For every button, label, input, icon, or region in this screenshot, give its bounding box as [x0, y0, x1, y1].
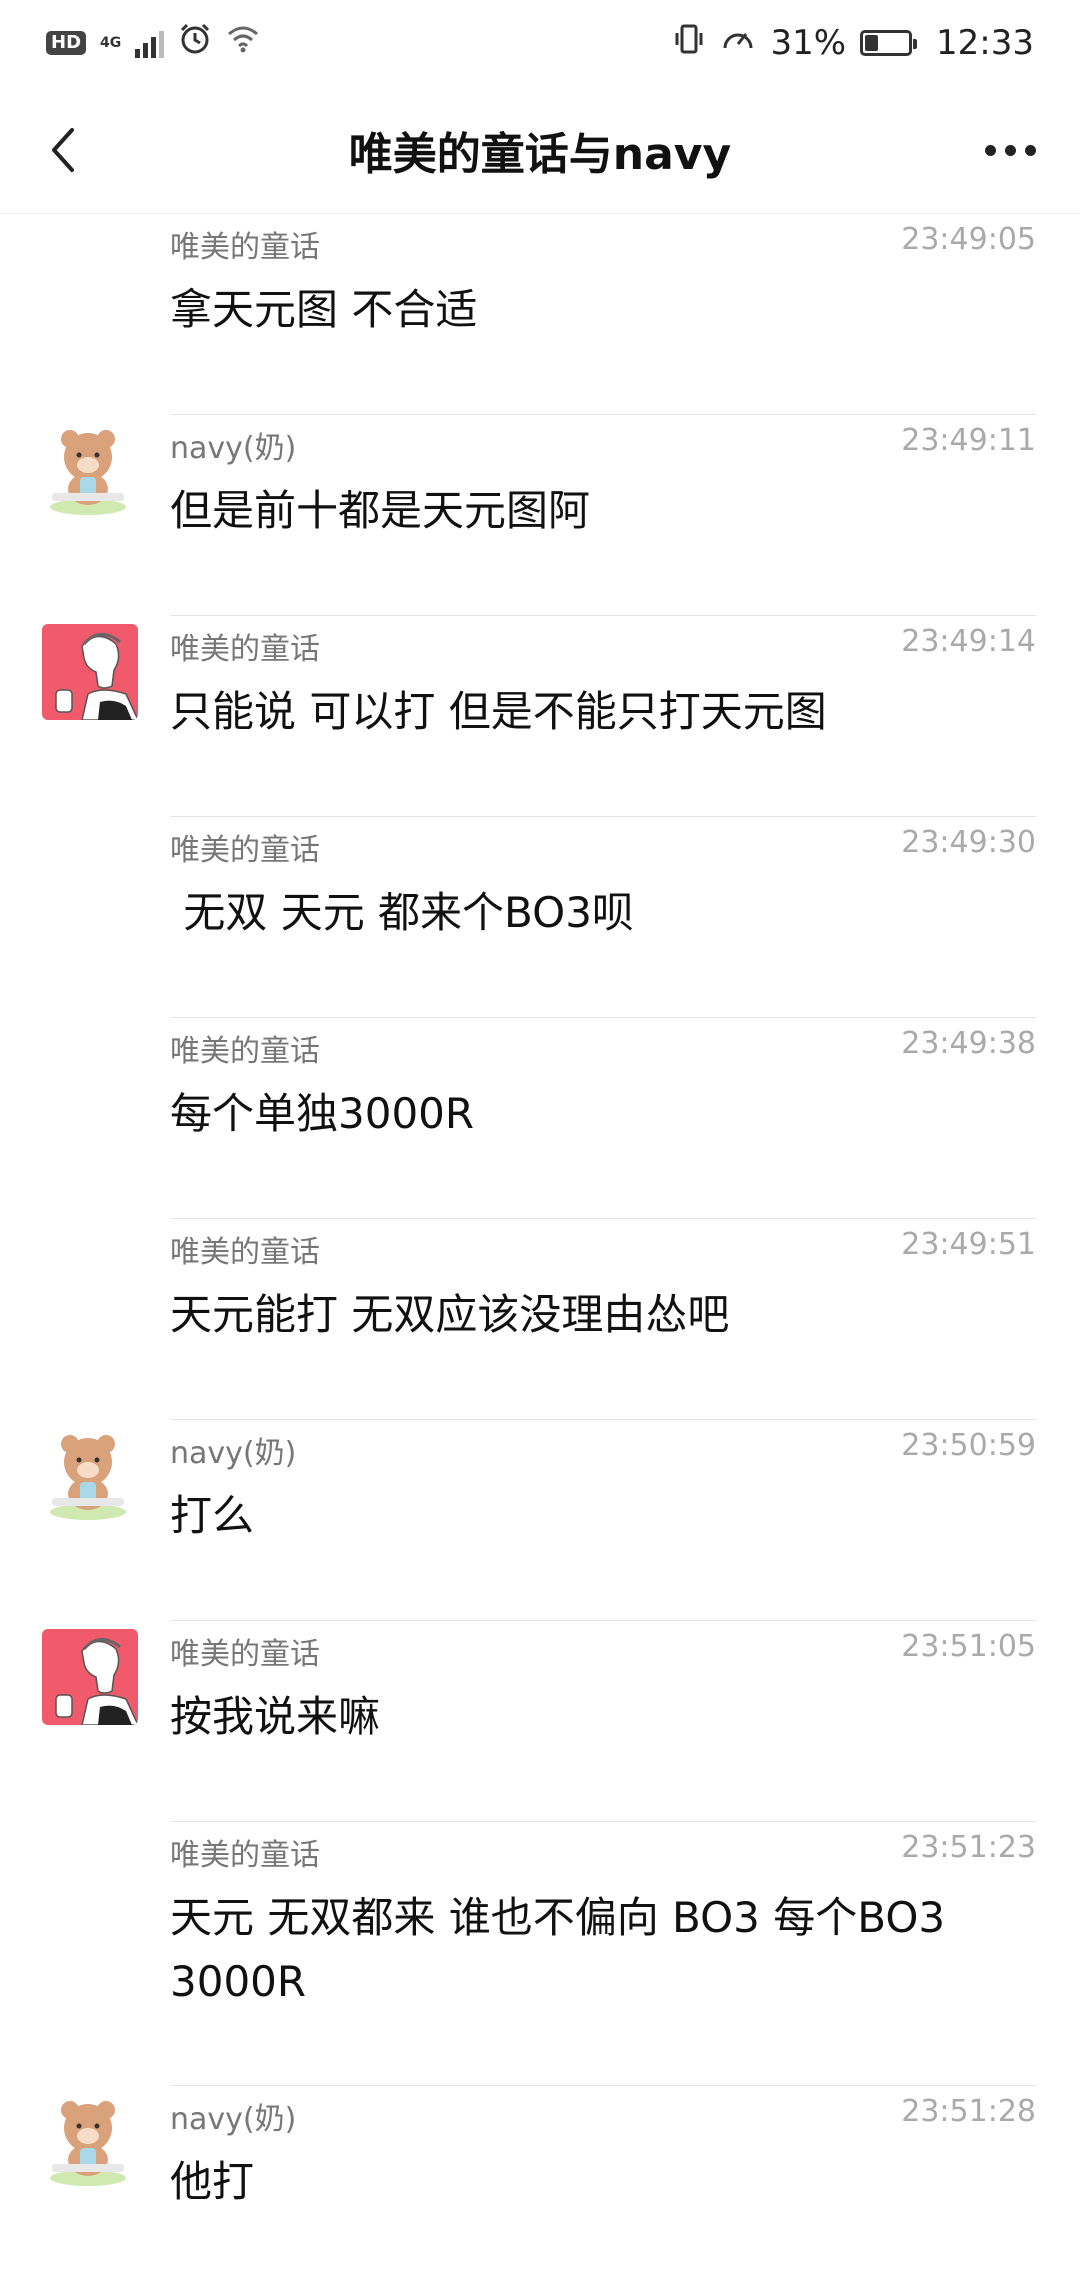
chat-header: 唯美的童话与navy: [0, 86, 1080, 214]
message-text: 打么: [170, 1491, 255, 1540]
message-text: 无双 天元 都来个BO3呗: [170, 888, 634, 937]
battery-level-fill: [865, 35, 879, 51]
battery-percent: 31%: [770, 23, 847, 63]
message-time: 23:49:38: [901, 1026, 1036, 1061]
message-time: 23:49:30: [901, 825, 1036, 860]
message-time: 23:51:23: [901, 1830, 1036, 1865]
network-icon: 4G: [100, 36, 121, 50]
message-text: 只能说 可以打 但是不能只打天元图: [170, 687, 827, 736]
chat-title: 唯美的童话与navy: [348, 128, 732, 180]
message-time: 23:51:05: [901, 1629, 1036, 1664]
alarm-icon: [178, 22, 212, 65]
message-text: 天元 无双都来 谁也不偏向 BO3 每个BO3 3000R: [170, 1893, 946, 2006]
status-left: HD 4G: [46, 22, 260, 65]
woman-avatar[interactable]: [42, 1629, 138, 1725]
vibrate-icon: [672, 22, 706, 65]
clock-time: 12:33: [936, 23, 1034, 63]
message-text: 天元能打 无双应该没理由怂吧: [170, 1290, 730, 1339]
message-row[interactable]: 唯美的童话 23:51:05 按我说来嘛: [0, 1621, 1080, 1822]
back-button[interactable]: [28, 114, 100, 186]
sender-name: navy(奶): [170, 431, 297, 466]
sender-name: 唯美的童话: [170, 632, 320, 667]
speed-icon: [720, 22, 756, 65]
sender-name: 唯美的童话: [170, 833, 320, 868]
wifi-icon: [226, 23, 260, 63]
sender-name: navy(奶): [170, 1436, 297, 1471]
message-row[interactable]: 唯美的童话 23:49:05 拿天元图 不合适: [0, 214, 1080, 415]
message-row[interactable]: 唯美的童话 23:49:38 每个单独3000R: [0, 1018, 1080, 1219]
message-row[interactable]: navy(奶) 23:49:11 但是前十都是天元图阿: [0, 415, 1080, 616]
message-time: 23:49:14: [901, 624, 1036, 659]
woman-avatar[interactable]: [42, 624, 138, 720]
sender-name: 唯美的童话: [170, 1235, 320, 1270]
message-text: 每个单独3000R: [170, 1089, 475, 1138]
sender-name: 唯美的童话: [170, 1637, 320, 1672]
network-type-label: 4G: [100, 35, 122, 51]
message-time: 23:50:59: [901, 1428, 1036, 1463]
more-dots-icon: [984, 144, 1036, 156]
sender-name: navy(奶): [170, 2102, 297, 2137]
signal-icon: [135, 28, 165, 58]
sender-name: 唯美的童话: [170, 1838, 320, 1873]
message-text: 拿天元图 不合适: [170, 285, 478, 334]
message-time: 23:51:28: [901, 2094, 1036, 2129]
sender-name: 唯美的童话: [170, 230, 320, 265]
message-row[interactable]: 唯美的童话 23:49:51 天元能打 无双应该没理由怂吧: [0, 1219, 1080, 1420]
message-time: 23:49:51: [901, 1227, 1036, 1262]
bear-avatar[interactable]: [40, 2094, 136, 2190]
sender-name: 唯美的童话: [170, 1034, 320, 1069]
message-text: 他打: [170, 2157, 255, 2206]
message-time: 23:49:05: [901, 222, 1036, 257]
hd-icon: HD: [46, 31, 87, 55]
message-row[interactable]: navy(奶) 23:50:59 打么: [0, 1420, 1080, 1621]
message-row[interactable]: navy(奶) 23:51:28 他打: [0, 2086, 1080, 2287]
message-row[interactable]: 唯美的童话 23:49:14 只能说 可以打 但是不能只打天元图: [0, 616, 1080, 817]
message-list[interactable]: 唯美的童话 23:49:05 拿天元图 不合适 navy(奶) 23:49:11…: [0, 214, 1080, 2287]
message-row[interactable]: 唯美的童话 23:51:23 天元 无双都来 谁也不偏向 BO3 每个BO3 3…: [0, 1822, 1080, 2086]
message-time: 23:49:11: [901, 423, 1036, 458]
message-text: 按我说来嘛: [170, 1692, 381, 1741]
message-text: 但是前十都是天元图阿: [170, 486, 591, 535]
status-right: 31% 12:33: [672, 22, 1034, 65]
bear-avatar[interactable]: [40, 423, 136, 519]
status-bar: HD 4G 31% 12:33: [0, 0, 1080, 86]
chevron-left-icon: [52, 128, 74, 172]
message-row[interactable]: 唯美的童话 23:49:30 无双 天元 都来个BO3呗: [0, 817, 1080, 1018]
battery-icon: [860, 30, 918, 56]
more-options-button[interactable]: [962, 114, 1058, 186]
bear-avatar[interactable]: [40, 1428, 136, 1524]
